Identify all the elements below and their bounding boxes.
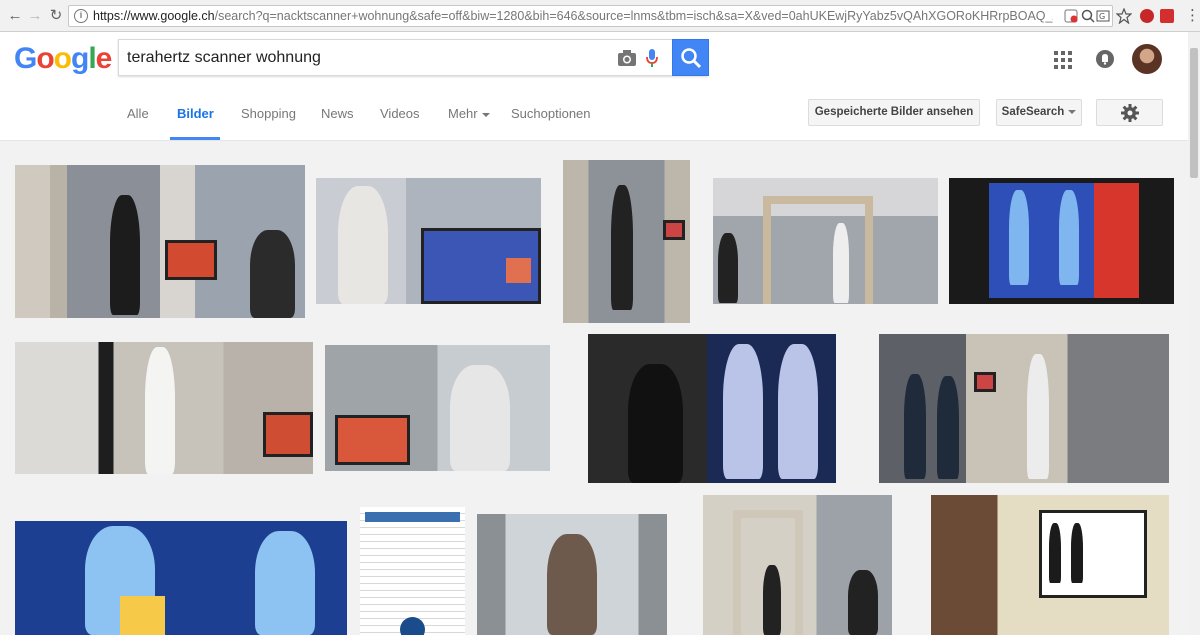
image-result-3[interactable] (563, 160, 690, 323)
safesearch-label: SafeSearch (1001, 106, 1065, 118)
image-result-14[interactable] (931, 495, 1169, 635)
logo-letter-5: l (88, 42, 96, 75)
avatar[interactable] (1132, 44, 1162, 74)
image-result-8[interactable] (588, 334, 836, 483)
image-result-2[interactable] (316, 178, 541, 304)
saved-images-button[interactable]: Gespeicherte Bilder ansehen (808, 99, 980, 126)
extension-w-icon[interactable] (1140, 9, 1154, 23)
tab-news[interactable]: News (321, 106, 354, 121)
browser-toolbar: ← → ↻ i https://www.google.ch/search?q=n… (0, 0, 1200, 32)
image-result-7[interactable] (325, 345, 550, 471)
microphone-icon[interactable] (645, 48, 659, 68)
image-result-5[interactable] (949, 178, 1174, 304)
search-box (118, 39, 709, 76)
svg-text:G: G (1099, 12, 1105, 21)
url-host: https://www.google.ch (93, 9, 215, 23)
notifications-icon[interactable] (1096, 49, 1114, 69)
logo-letter-6: e (95, 42, 113, 75)
reload-icon[interactable]: ↻ (47, 7, 65, 25)
address-bar[interactable]: i https://www.google.ch/search?q=nacktsc… (68, 5, 1113, 27)
search-tabs-bar: Alle Bilder Shopping News Videos Mehr Su… (0, 87, 1200, 141)
back-icon[interactable]: ← (6, 7, 24, 25)
image-result-9[interactable] (879, 334, 1169, 483)
translate-icon[interactable]: G (1096, 9, 1110, 23)
search-icon (681, 48, 702, 69)
scroll-thumb[interactable] (1190, 48, 1198, 178)
tab-more[interactable]: Mehr (448, 106, 490, 121)
logo-letter-4: g (71, 42, 89, 75)
chevron-down-icon (481, 112, 490, 117)
safesearch-button[interactable]: SafeSearch (996, 99, 1082, 126)
chrome-menu-icon[interactable]: ⋮ (1185, 7, 1200, 25)
tab-more-label: Mehr (448, 106, 478, 121)
search-button[interactable] (672, 39, 709, 76)
bookmark-star-icon[interactable] (1116, 8, 1132, 24)
image-result-4[interactable] (713, 178, 938, 304)
tab-all[interactable]: Alle (127, 106, 149, 121)
search-input[interactable] (127, 48, 607, 68)
zoom-icon[interactable] (1081, 9, 1095, 23)
camera-icon[interactable] (617, 49, 637, 67)
tab-shopping[interactable]: Shopping (241, 106, 296, 121)
tab-videos[interactable]: Videos (380, 106, 420, 121)
image-result-10[interactable] (15, 521, 347, 635)
logo-letter-3: o (53, 42, 72, 75)
google-header: Google (0, 32, 1200, 87)
image-result-11[interactable] (360, 507, 465, 635)
logo-letter-2: o (36, 42, 54, 75)
tab-search-tools[interactable]: Suchoptionen (511, 106, 591, 121)
url-path: /search?q=nacktscanner+wohnung&safe=off&… (214, 9, 1053, 23)
url-text[interactable]: https://www.google.ch/search?q=nacktscan… (93, 9, 1053, 25)
page-scrollbar[interactable] (1188, 32, 1200, 635)
apps-grid-icon[interactable] (1054, 51, 1072, 69)
google-logo[interactable]: Google (14, 42, 113, 76)
image-result-6[interactable] (15, 342, 313, 474)
image-result-13[interactable] (703, 495, 892, 635)
chevron-down-icon (1068, 109, 1077, 114)
logo-letter-1: G (14, 42, 37, 75)
forward-icon[interactable]: → (26, 7, 44, 25)
gear-icon (1120, 104, 1139, 122)
image-result-12[interactable] (477, 514, 667, 635)
blocked-popup-icon[interactable] (1064, 9, 1078, 23)
info-icon[interactable]: i (74, 9, 88, 23)
settings-button[interactable] (1096, 99, 1163, 126)
image-result-1[interactable] (15, 165, 305, 318)
active-tab-indicator (170, 137, 220, 140)
extension-adblock-icon[interactable] (1160, 9, 1174, 23)
tab-images[interactable]: Bilder (177, 106, 214, 121)
